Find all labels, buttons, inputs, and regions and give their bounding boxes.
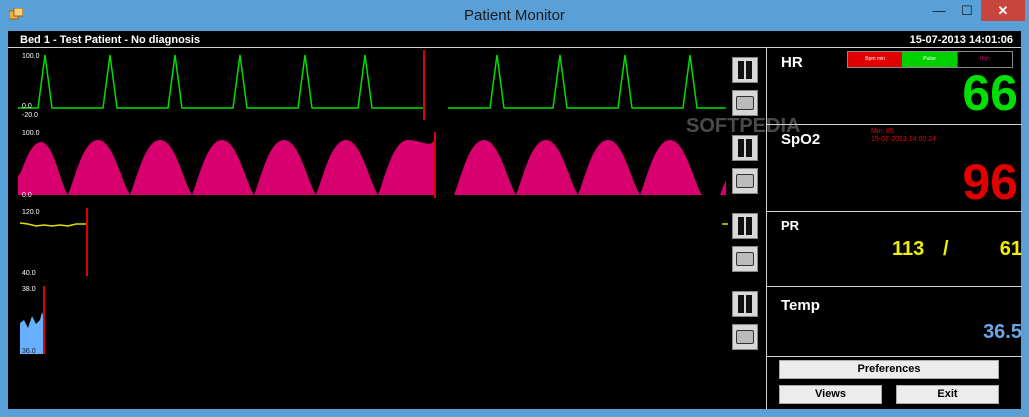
temp-record-button[interactable] <box>732 324 758 350</box>
waveform-canvas <box>18 50 728 354</box>
maximize-button[interactable]: ☐ <box>953 0 981 21</box>
recorder-icon <box>736 252 754 266</box>
header-datetime: 15-07-2013 14:01:06 <box>909 34 1013 46</box>
temp-label: Temp <box>781 297 820 314</box>
spo2-pause-button[interactable] <box>732 135 758 161</box>
spo2-min-label: Min: 85 <box>871 128 894 135</box>
minimize-button[interactable]: — <box>925 0 953 21</box>
preferences-button[interactable]: Preferences <box>779 360 999 379</box>
pr-value-b: 61 <box>999 238 1022 260</box>
hr-axis-top: 100.0 <box>22 53 40 60</box>
hr-waveform <box>18 50 726 120</box>
spo2-waveform <box>18 132 726 198</box>
spo2-record-button[interactable] <box>732 168 758 194</box>
pr-axis-bottom: 40.0 <box>22 270 36 277</box>
hr-pause-button[interactable] <box>732 57 758 83</box>
hr-record-button[interactable] <box>732 90 758 116</box>
hr-axis-extra: -20.0 <box>22 112 38 119</box>
patient-header: Bed 1 - Test Patient - No diagnosis 15-0… <box>8 31 1021 48</box>
temp-value: 36.5 <box>983 321 1022 343</box>
pr-separator: / <box>943 238 949 260</box>
temp-panel: Temp 36.5 <box>767 287 1022 357</box>
pr-axis-top: 120.0 <box>22 209 40 216</box>
views-button[interactable]: Views <box>779 385 882 404</box>
temp-axis-top: 38.0 <box>22 286 36 293</box>
pr-pause-button[interactable] <box>732 213 758 239</box>
recorder-icon <box>736 96 754 110</box>
bed-info: Bed 1 - Test Patient - No diagnosis <box>20 34 201 46</box>
pr-record-button[interactable] <box>732 246 758 272</box>
pr-label: PR <box>781 218 800 233</box>
pr-value-a: 113 <box>892 238 925 260</box>
window-title: Patient Monitor <box>464 7 565 24</box>
hr-value: 66 <box>962 65 1018 121</box>
spo2-panel: SpO2 Min: 85 15-07-2013 14:00:24 96 <box>767 125 1022 212</box>
monitor-client-area: Bed 1 - Test Patient - No diagnosis 15-0… <box>8 31 1022 409</box>
close-button[interactable]: ✕ <box>981 0 1025 21</box>
hr-label: HR <box>781 54 803 71</box>
spo2-min-time: 15-07-2013 14:00:24 <box>871 136 936 143</box>
temp-pause-button[interactable] <box>732 291 758 317</box>
waveform-area: 100.0 0.0 -20.0 100.0 0.0 120.0 40.0 38.… <box>8 48 800 409</box>
alarm-low: Bpm min <box>848 52 903 67</box>
vitals-panel: HR Bpm min Pulse High 66 SpO2 Min: 85 15… <box>766 48 1022 409</box>
hr-panel: HR Bpm min Pulse High 66 <box>767 48 1022 125</box>
title-bar: Patient Monitor — ☐ ✕ <box>0 0 1029 31</box>
pr-panel: PR 113 / 61 <box>767 212 1022 287</box>
recorder-icon <box>736 174 754 188</box>
alarm-normal: Pulse <box>902 52 957 67</box>
temp-waveform <box>20 286 45 354</box>
spo2-value: 96 <box>962 154 1018 210</box>
pr-waveform <box>19 208 728 276</box>
exit-button[interactable]: Exit <box>896 385 999 404</box>
spo2-axis-top: 100.0 <box>22 130 40 137</box>
spo2-label: SpO2 <box>781 131 821 148</box>
hr-axis-bottom: 0.0 <box>22 103 32 110</box>
recorder-icon <box>736 330 754 344</box>
temp-axis-bottom: 36.0 <box>22 348 36 355</box>
spo2-axis-bottom: 0.0 <box>22 192 32 199</box>
